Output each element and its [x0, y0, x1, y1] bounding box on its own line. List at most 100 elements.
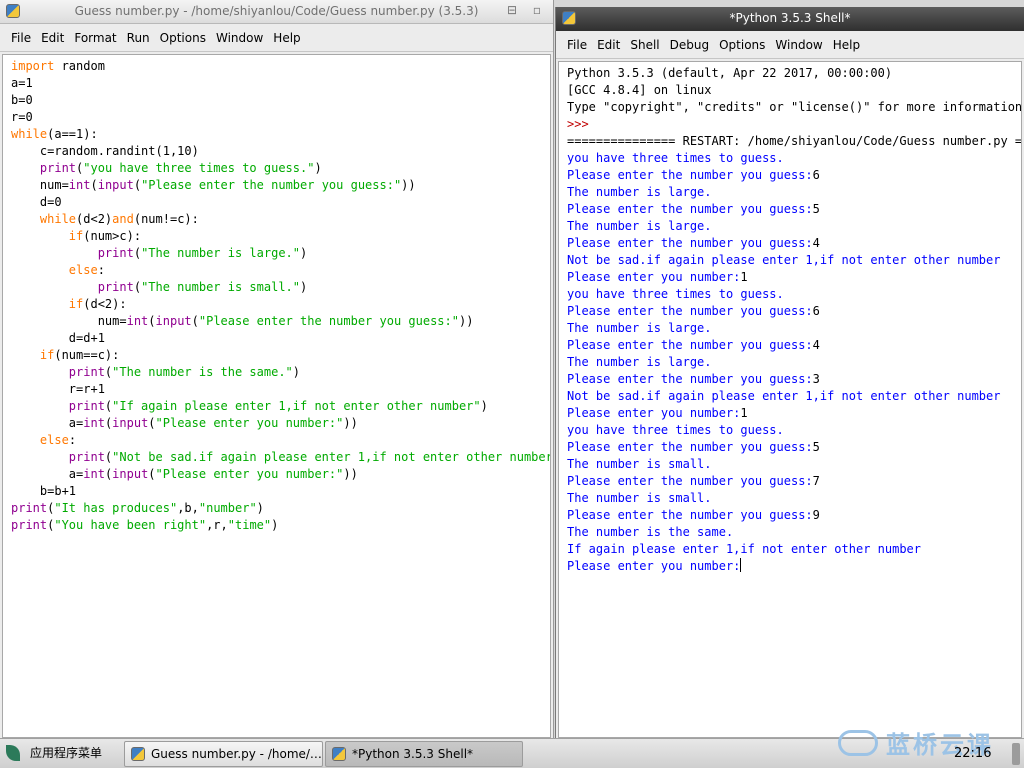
- shell-line: you have three times to guess.: [567, 286, 1021, 303]
- code-line: r=0: [11, 109, 550, 126]
- code-token: a=1: [11, 76, 33, 90]
- code-token: 5: [812, 440, 820, 454]
- editor-menu-edit[interactable]: Edit: [36, 31, 69, 45]
- code-token: c=random.randint(1,10): [11, 144, 199, 158]
- code-token: The number is the same.: [567, 525, 734, 539]
- code-token: ,b,: [177, 501, 199, 515]
- shell-line: The number is large.: [567, 320, 1021, 337]
- code-token: d=0: [11, 195, 62, 209]
- code-token: "The number is small.": [141, 280, 301, 294]
- code-line: if(num>c):: [11, 228, 550, 245]
- shell-menu-file[interactable]: File: [562, 38, 592, 52]
- code-token: (d<2):: [83, 297, 127, 311]
- code-token: "The number is the same.": [112, 365, 293, 379]
- code-line: num=int(input("Please enter the number y…: [11, 313, 550, 330]
- editor-text-area[interactable]: import random a=1 b=0 r=0 while(a==1): c=ran…: [2, 54, 551, 738]
- show-desktop-button[interactable]: [1012, 743, 1020, 765]
- code-token: "Please enter you number:": [155, 416, 344, 430]
- applications-menu-button[interactable]: 应用程序菜单: [6, 744, 102, 761]
- code-line: else:: [11, 432, 550, 449]
- code-token: "you have three times to guess.": [83, 161, 315, 175]
- code-line: c=random.randint(1,10): [11, 143, 550, 160]
- code-token: Not be sad.if again please enter 1,if no…: [567, 253, 1001, 267]
- shell-line: The number is large.: [567, 218, 1021, 235]
- code-token: r=0: [11, 110, 33, 124]
- code-token: "Not be sad.if again please enter 1,if n…: [112, 450, 551, 464]
- editor-menubar: File Edit Format Run Options Window Help: [0, 25, 553, 52]
- code-token: Python 3.5.3 (default, Apr 22 2017, 00:0…: [567, 66, 893, 80]
- editor-titlebar[interactable]: Guess number.py - /home/shiyanlou/Code/G…: [0, 0, 553, 24]
- shell-titlebar[interactable]: *Python 3.5.3 Shell*: [556, 7, 1024, 31]
- code-line: while(a==1):: [11, 126, 550, 143]
- editor-menu-window[interactable]: Window: [211, 31, 268, 45]
- code-token: (num==c):: [54, 348, 120, 362]
- taskbar: 应用程序菜单 Guess number.py - /home/… *Python…: [0, 729, 1024, 768]
- code-token: Please enter the number you guess:: [567, 338, 813, 352]
- shell-window: *Python 3.5.3 Shell* File Edit Shell Deb…: [555, 7, 1024, 738]
- code-line: print("The number is the same."): [11, 364, 550, 381]
- code-token: ): [300, 280, 308, 294]
- shell-menu-help[interactable]: Help: [828, 38, 865, 52]
- shell-line: Please enter the number you guess:9: [567, 507, 1021, 524]
- shell-line: The number is the same.: [567, 524, 1021, 541]
- shell-line: Please enter the number you guess:4: [567, 337, 1021, 354]
- shell-line: Please enter the number you guess:5: [567, 439, 1021, 456]
- editor-menu-run[interactable]: Run: [122, 31, 155, 45]
- code-token: 5: [812, 202, 820, 216]
- clock: 22:16: [954, 746, 992, 761]
- shell-line: The number is small.: [567, 456, 1021, 473]
- code-token: Please enter the number you guess:: [567, 236, 813, 250]
- python-app-icon: [131, 747, 145, 761]
- code-token: 4: [812, 338, 820, 352]
- shell-menu-debug[interactable]: Debug: [665, 38, 714, 52]
- editor-code[interactable]: import random a=1 b=0 r=0 while(a==1): c=ran…: [3, 55, 550, 534]
- shell-line: Please enter the number you guess:3: [567, 371, 1021, 388]
- shell-menu-options[interactable]: Options: [714, 38, 770, 52]
- shell-line: [GCC 4.8.4] on linux: [567, 82, 1021, 99]
- editor-menu-help[interactable]: Help: [268, 31, 305, 45]
- code-token: if: [68, 297, 84, 311]
- code-token: (d<2): [76, 212, 113, 226]
- shell-menu-edit[interactable]: Edit: [592, 38, 625, 52]
- editor-menu-file[interactable]: File: [6, 31, 36, 45]
- shell-output[interactable]: Python 3.5.3 (default, Apr 22 2017, 00:0…: [559, 62, 1021, 575]
- window-controls-icon[interactable]: ⊟ ▫: [507, 3, 547, 17]
- code-token: 9: [812, 508, 820, 522]
- shell-line: The number is large.: [567, 184, 1021, 201]
- editor-window: Guess number.py - /home/shiyanlou/Code/G…: [0, 0, 554, 738]
- code-token: ): [314, 161, 322, 175]
- code-token: 1: [740, 270, 748, 284]
- code-token: (: [133, 280, 142, 294]
- code-token: a=: [11, 416, 84, 430]
- code-token: print: [68, 365, 105, 379]
- code-line: print("If again please enter 1,if not en…: [11, 398, 550, 415]
- code-token: )): [458, 314, 474, 328]
- taskbar-item-shell[interactable]: *Python 3.5.3 Shell*: [325, 741, 523, 767]
- code-token: print: [68, 450, 105, 464]
- shell-line: Type "copyright", "credits" or "license(…: [567, 99, 1021, 116]
- shell-line: Not be sad.if again please enter 1,if no…: [567, 252, 1021, 269]
- taskbar-item-label: Guess number.py - /home/…: [151, 747, 322, 761]
- code-token: "Please enter the number you guess:": [141, 178, 402, 192]
- code-token: b=b+1: [11, 484, 77, 498]
- code-line: print("The number is large."): [11, 245, 550, 262]
- python-app-icon: [332, 747, 346, 761]
- shell-line: Not be sad.if again please enter 1,if no…: [567, 388, 1021, 405]
- editor-menu-options[interactable]: Options: [155, 31, 211, 45]
- shell-line: Please enter the number you guess:7: [567, 473, 1021, 490]
- shell-text-area[interactable]: Python 3.5.3 (default, Apr 22 2017, 00:0…: [558, 61, 1022, 738]
- taskbar-item-editor[interactable]: Guess number.py - /home/…: [124, 741, 323, 767]
- shell-menu-window[interactable]: Window: [770, 38, 827, 52]
- code-token: 6: [812, 304, 820, 318]
- shell-menu-shell[interactable]: Shell: [625, 38, 664, 52]
- code-token: Please enter you number:: [567, 406, 741, 420]
- code-token: a=: [11, 467, 84, 481]
- code-token: ): [271, 518, 279, 532]
- editor-menu-format[interactable]: Format: [69, 31, 121, 45]
- code-token: ): [256, 501, 264, 515]
- code-line: print("Not be sad.if again please enter …: [11, 449, 550, 466]
- code-token: print: [11, 518, 48, 532]
